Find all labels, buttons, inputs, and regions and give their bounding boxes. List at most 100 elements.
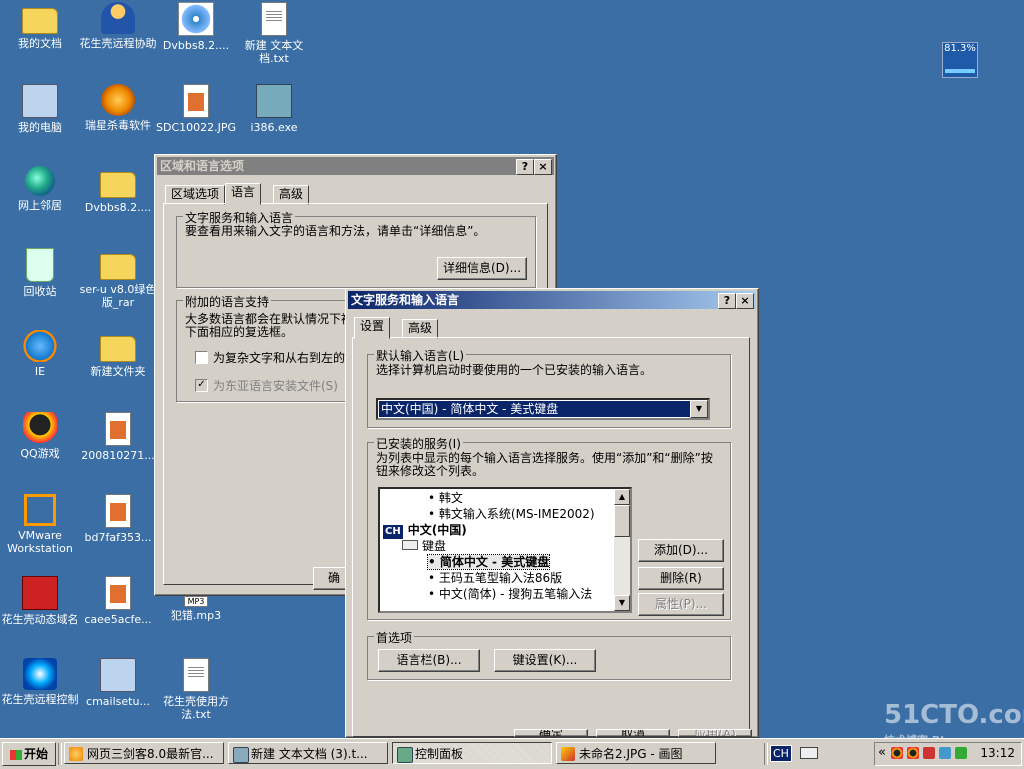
clock[interactable]: 13:12 [980,746,1015,760]
desktop-icon-oray-ddns[interactable]: 花生壳动态域名 [0,576,80,626]
network-places-icon [25,166,55,196]
close-button[interactable]: × [736,293,754,309]
desktop-icon-new-folder[interactable]: 新建文件夹 [78,330,158,378]
list-item[interactable]: • 韩文输入系统(MS-IME2002) [428,507,595,521]
ok-button[interactable]: 确定 [514,729,588,737]
desktop-icon-qq-game[interactable]: QQ游戏 [0,412,80,460]
checkbox-label: 为复杂文字和从右到左的 [213,351,346,365]
desktop-icon-image3[interactable]: caee5acfe... [78,576,158,626]
desktop-icon-remote-control[interactable]: 花生壳远程控制 [0,658,80,706]
desktop-icon-my-documents[interactable]: 我的文档 [0,2,80,50]
image-file-icon [105,412,131,446]
vmware-icon [24,494,56,526]
list-item-category[interactable]: 键盘 [402,539,446,553]
desktop-icon-new-text[interactable]: 新建 文本文档.txt [234,2,314,65]
dialog-title: 文字服务和输入语言 [351,293,460,307]
oray-ddns-icon [22,576,58,610]
desktop-icon-network[interactable]: 网上邻居 [0,166,80,212]
tab-languages[interactable]: 语言 [225,183,262,205]
tab-advanced[interactable]: 高级 [273,185,310,205]
desktop-icon-remote-assist[interactable]: 花生壳远程协助 [78,2,158,50]
desktop-icon-mp3[interactable]: MP3 犯错.mp3 [156,596,236,622]
desktop-icon-seru[interactable]: ser-u v8.0绿色版_rar [78,248,158,309]
task-label: 网页三剑客8.0最新官... [87,747,214,761]
icon-label: 200810271... [81,449,155,462]
desktop-icon-dvbbs-folder[interactable]: Dvbbs8.2.... [78,166,158,214]
icon-label: 网上邻居 [18,199,62,212]
desktop-icon-rising[interactable]: 瑞星杀毒软件 [78,84,158,132]
task-button-web-editor[interactable]: 网页三剑客8.0最新官... [64,742,224,764]
icon-label: 我的电脑 [18,121,62,134]
language-badge-icon: CH [382,524,404,540]
task-button-notepad[interactable]: 新建 文本文档 (3).t... [228,742,388,764]
list-item[interactable]: • 中文(简体) - 搜狗五笔输入法 [428,587,592,601]
group-description: 大多数语言都会在默认情况下被 下面相应的复选框。 [185,312,354,339]
desktop-icon-image2[interactable]: bd7faf353... [78,494,158,544]
complex-script-checkbox[interactable] [195,351,208,364]
cpu-meter-widget[interactable]: 81.3% [942,42,978,78]
desktop-icon-vmware[interactable]: VMware Workstation [0,494,80,555]
oray-tray-icon[interactable] [923,747,935,759]
help-button[interactable]: ? [516,159,534,175]
language-indicator[interactable]: CH [770,745,792,762]
regional-dialog-titlebar[interactable]: 区域和语言选项 ? × [157,157,554,175]
details-button[interactable]: 详细信息(D)... [437,257,527,280]
list-item[interactable]: • 韩文 [428,491,463,505]
properties-button[interactable]: 属性(P)... [638,593,724,616]
tray-expand-button[interactable]: « [878,745,886,760]
tab-advanced[interactable]: 高级 [402,319,439,339]
desktop-icon-dvbbs-dvd[interactable]: Dvbbs8.2.... [156,2,236,52]
tab-settings[interactable]: 设置 [354,317,391,339]
remote-control-icon [23,658,57,690]
jpg-file-icon [183,84,209,118]
key-settings-button[interactable]: 键设置(K)... [494,649,596,672]
icon-label: 回收站 [23,285,57,298]
meter-value: 81.3% [944,43,976,54]
desktop-icon-i386[interactable]: i386.exe [234,84,314,134]
help-button[interactable]: ? [718,293,736,309]
list-item-selected[interactable]: • 简体中文 - 美式键盘 [426,554,551,570]
scroll-up-icon[interactable]: ▲ [614,489,630,505]
paint-icon [561,747,575,761]
desktop-icon-ie[interactable]: IE [0,330,80,378]
cancel-button[interactable]: 取消 [596,729,670,737]
qq-icon[interactable] [907,747,919,759]
icon-label: ser-u v8.0绿色版_rar [79,283,157,309]
default-language-select[interactable]: 中文(中国) - 简体中文 - 美式键盘 ▼ [376,398,710,420]
list-scrollbar[interactable]: ▲ ▼ [614,489,630,611]
desktop-icon-image1[interactable]: 200810271... [78,412,158,462]
icon-label: 犯错.mp3 [170,609,222,622]
start-button[interactable]: 开始 [2,742,56,766]
east-asian-checkbox[interactable]: ✓ [195,379,208,392]
taskbar: 开始 网页三剑客8.0最新官... 新建 文本文档 (3).t... 控制面板 … [0,738,1024,769]
apply-button[interactable]: 应用(A) [678,729,752,737]
desktop-icon-oray-help[interactable]: 花生壳使用方法.txt [156,658,236,721]
scroll-down-icon[interactable]: ▼ [614,595,630,611]
tab-regional-options[interactable]: 区域选项 [165,185,226,205]
network-icon[interactable] [939,747,951,759]
chevron-down-icon[interactable]: ▼ [690,400,708,418]
remove-button[interactable]: 删除(R) [638,567,724,590]
list-item-label: 中文(中国) [407,523,467,537]
add-button[interactable]: 添加(D)... [638,539,724,562]
list-item-language[interactable]: CH 中文(中国) [382,523,467,540]
desktop-icon-sdc-jpg[interactable]: SDC10022.JPG [156,84,236,134]
scroll-thumb[interactable] [614,505,630,537]
firefox-icon [69,747,83,761]
keyboard-icon[interactable] [800,747,818,759]
qq-icon[interactable] [891,747,903,759]
list-item-label: 韩文输入系统(MS-IME2002) [438,507,595,521]
language-bar-button[interactable]: 语言栏(B)... [378,649,480,672]
desktop-icon-cmail[interactable]: cmailsetu... [78,658,158,708]
close-button[interactable]: × [534,159,552,175]
task-button-paint[interactable]: 未命名2.JPG - 画图 [556,742,716,764]
keyboard-icon [402,540,418,550]
desktop-icon-recycle-bin[interactable]: 回收站 [0,248,80,298]
list-item[interactable]: • 王码五笔型输入法86版 [428,571,562,585]
desktop-icon-my-computer[interactable]: 我的电脑 [0,84,80,134]
task-button-control-panel[interactable]: 控制面板 [392,742,552,764]
text-services-titlebar[interactable]: 文字服务和输入语言 ? × [348,291,756,309]
update-icon[interactable] [955,747,967,759]
installed-services-list[interactable]: • 韩文 • 韩文输入系统(MS-IME2002) CH 中文(中国) 键盘 • … [378,487,632,613]
icon-label: bd7faf353... [84,531,152,544]
